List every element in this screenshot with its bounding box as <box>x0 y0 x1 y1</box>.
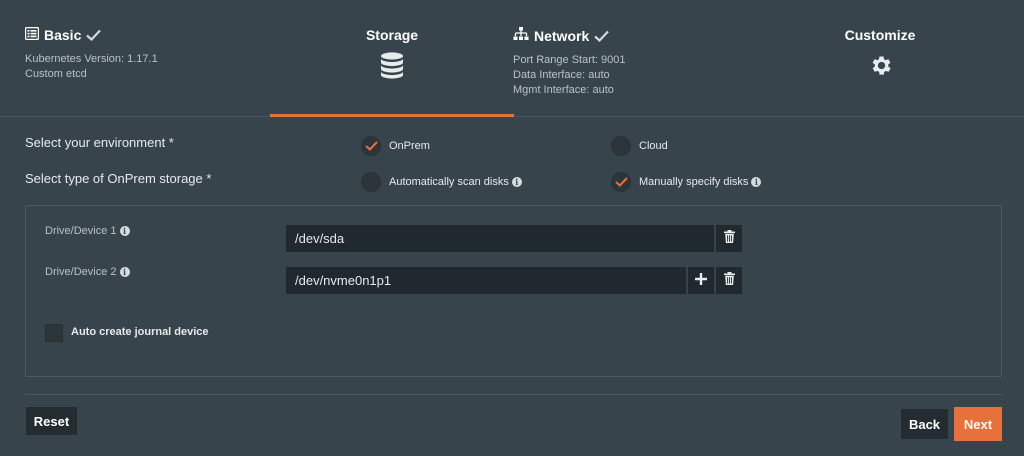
info-icon[interactable]: i <box>511 177 522 188</box>
environment-label: Select your environment * <box>25 135 174 150</box>
device-1-input[interactable] <box>286 225 714 252</box>
check-icon <box>86 29 102 41</box>
add-device-button[interactable] <box>688 267 714 294</box>
gear-icon <box>830 53 930 78</box>
device-1-label: Drive/Device 1i <box>45 225 130 237</box>
database-icon <box>330 52 454 79</box>
info-icon[interactable]: i <box>751 177 762 188</box>
step-customize[interactable]: Customize <box>830 27 930 78</box>
list-icon <box>24 26 40 43</box>
storage-type-label: Select type of OnPrem storage * <box>25 171 212 186</box>
step-network-detail: Data Interface: auto <box>513 69 610 81</box>
plus-icon <box>695 272 707 290</box>
radio-checked-icon <box>611 172 631 192</box>
active-step-indicator <box>270 114 514 117</box>
radio-cloud[interactable]: Cloud <box>611 136 668 156</box>
reset-button[interactable]: Reset <box>26 407 77 435</box>
device-2-label: Drive/Device 2i <box>45 266 130 278</box>
step-network[interactable]: Network Port Range Start: 9001 Data Inte… <box>513 27 626 98</box>
delete-device-2-button[interactable] <box>716 267 742 294</box>
info-icon[interactable]: i <box>119 267 130 278</box>
radio-auto-scan[interactable]: Automatically scan disks i <box>361 172 522 192</box>
step-basic-detail: Kubernetes Version: 1.17.1 <box>25 53 158 65</box>
step-basic[interactable]: Basic Kubernetes Version: 1.17.1 Custom … <box>24 26 158 82</box>
wizard-steps: Basic Kubernetes Version: 1.17.1 Custom … <box>0 0 1024 116</box>
step-basic-title: Basic <box>44 27 82 43</box>
next-button[interactable]: Next <box>954 407 1002 441</box>
radio-manual-label: Manually specify disks <box>639 176 749 188</box>
sitemap-icon <box>513 27 529 44</box>
step-basic-detail: Custom etcd <box>25 68 87 80</box>
radio-auto-scan-label: Automatically scan disks <box>389 176 509 188</box>
delete-device-1-button[interactable] <box>716 225 742 252</box>
radio-checked-icon <box>361 136 381 156</box>
footer-divider <box>25 394 1002 395</box>
step-storage-title: Storage <box>365 27 419 43</box>
device-2-input[interactable] <box>286 267 686 294</box>
radio-onprem[interactable]: OnPrem <box>361 136 430 156</box>
radio-unchecked-icon <box>611 136 631 156</box>
back-button[interactable]: Back <box>901 409 948 439</box>
info-icon[interactable]: i <box>119 226 130 237</box>
step-network-detail: Port Range Start: 9001 <box>513 54 626 66</box>
journal-checkbox-label: Auto create journal device <box>71 326 209 338</box>
radio-unchecked-icon <box>361 172 381 192</box>
check-icon <box>594 30 610 42</box>
radio-onprem-label: OnPrem <box>389 140 430 152</box>
step-network-title: Network <box>534 27 590 44</box>
journal-checkbox[interactable] <box>45 324 63 342</box>
step-network-detail: Mgmt Interface: auto <box>513 84 614 96</box>
radio-cloud-label: Cloud <box>639 140 668 152</box>
trash-icon <box>723 229 735 248</box>
radio-manual[interactable]: Manually specify disks i <box>611 172 762 192</box>
step-customize-title: Customize <box>844 27 916 43</box>
step-storage[interactable]: Storage <box>330 27 454 79</box>
trash-icon <box>723 271 735 290</box>
